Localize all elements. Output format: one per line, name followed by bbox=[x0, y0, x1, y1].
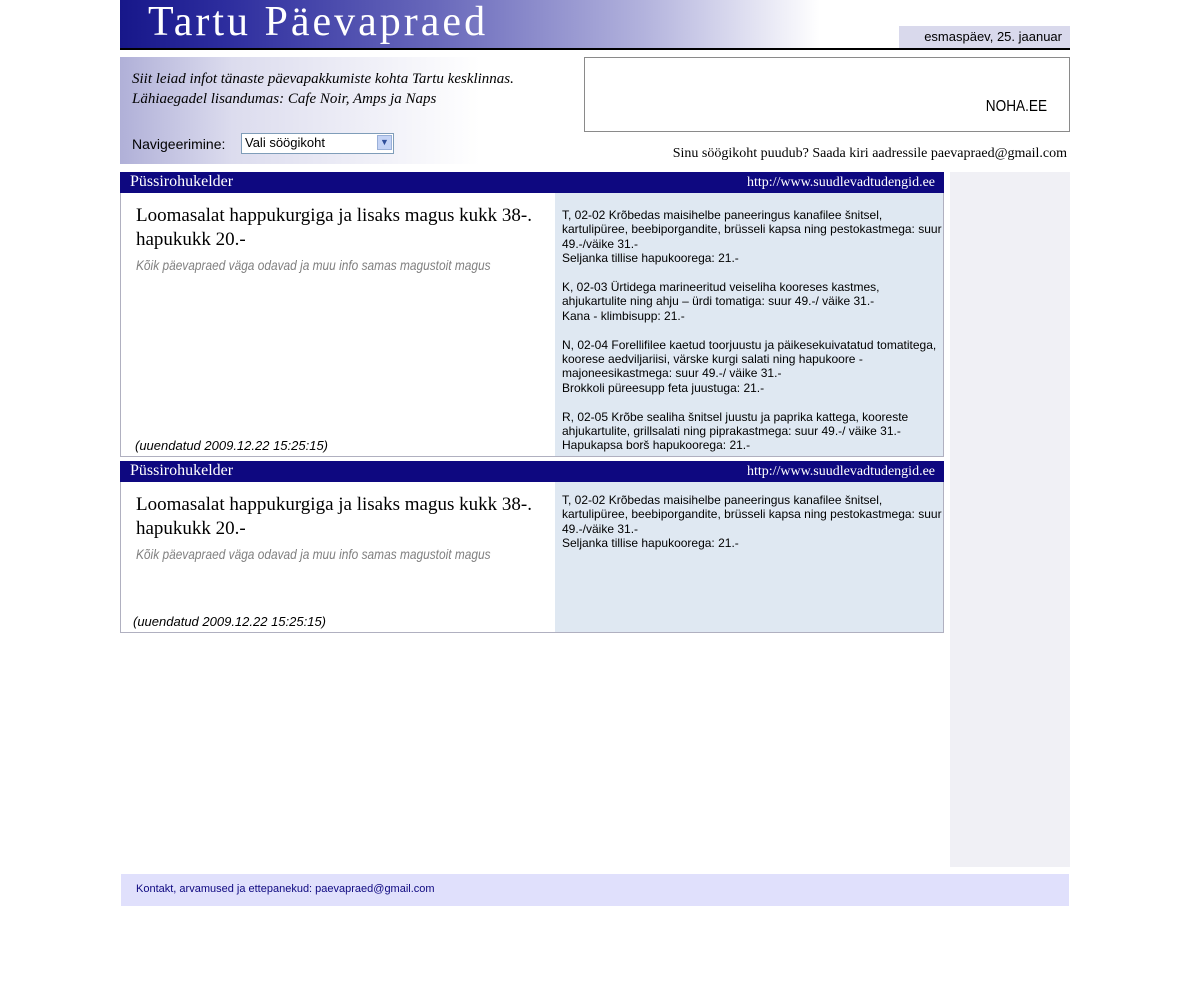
navigation-label: Navigeerimine: bbox=[132, 136, 226, 152]
restaurant-name: Püssirohukelder bbox=[130, 173, 234, 190]
ad-banner[interactable]: NOHA.EE bbox=[584, 57, 1070, 132]
date-badge: esmaspäev, 25. jaanuar bbox=[899, 26, 1070, 48]
intro-text: Siit leiad infot tänaste päevapakkumiste… bbox=[132, 71, 514, 87]
footer: Kontakt, arvamused ja ettepanekud: paeva… bbox=[121, 874, 1069, 906]
updated-timestamp: (uuendatud 2009.12.22 15:25:15) bbox=[135, 438, 329, 453]
restaurant-card: Püssirohukelder http://www.suudlevadtude… bbox=[120, 461, 944, 633]
site-title: Tartu Päevapraed bbox=[148, 0, 489, 45]
weekly-menu: T, 02-02 Krõbedas maisihelbe paneeringus… bbox=[562, 493, 942, 565]
card-header: Püssirohukelder http://www.suudlevadtude… bbox=[120, 461, 944, 482]
weekly-menu: T, 02-02 Krõbedas maisihelbe paneeringus… bbox=[562, 208, 942, 467]
page: Tartu Päevapraed esmaspäev, 25. jaanuar … bbox=[120, 0, 1070, 906]
special-note: Kõik päevapraed väga odavad ja muu info … bbox=[136, 546, 491, 562]
intro-panel: Siit leiad infot tänaste päevapakkumiste… bbox=[120, 57, 570, 164]
daily-special: Loomasalat happukurgiga ja lisaks magus … bbox=[136, 205, 532, 250]
menu-item: T, 02-02 Krõbedas maisihelbe paneeringus… bbox=[562, 493, 942, 551]
right-sidebar bbox=[950, 172, 1070, 867]
restaurant-card: Püssirohukelder http://www.suudlevadtude… bbox=[120, 172, 944, 457]
special-note: Kõik päevapraed väga odavad ja muu info … bbox=[136, 257, 491, 273]
current-date: esmaspäev, 25. jaanuar bbox=[924, 29, 1062, 44]
card-special-panel: Loomasalat happukurgiga ja lisaks magus … bbox=[121, 482, 555, 632]
menu-item: N, 02-04 Forellifilee kaetud toorjuustu … bbox=[562, 337, 937, 395]
updated-timestamp: (uuendatud 2009.12.22 15:25:15) bbox=[133, 614, 327, 629]
restaurant-link[interactable]: http://www.suudlevadtudengid.ee bbox=[747, 464, 935, 480]
coming-soon-text: Lähiaegadel lisandumas: Cafe Noir, Amps … bbox=[132, 91, 437, 107]
restaurant-select[interactable]: Vali söögikoht ▼ bbox=[241, 133, 394, 154]
card-menu-panel: T, 02-02 Krõbedas maisihelbe paneeringus… bbox=[555, 193, 943, 456]
daily-special: Loomasalat happukurgiga ja lisaks magus … bbox=[136, 494, 532, 539]
site-logo[interactable]: Tartu Päevapraed bbox=[120, 0, 820, 48]
card-body: Loomasalat happukurgiga ja lisaks magus … bbox=[120, 482, 944, 633]
header-divider bbox=[120, 48, 1070, 50]
footer-contact[interactable]: Kontakt, arvamused ja ettepanekud: paeva… bbox=[136, 883, 435, 895]
menu-item: T, 02-02 Krõbedas maisihelbe paneeringus… bbox=[562, 208, 942, 266]
restaurant-name: Püssirohukelder bbox=[130, 462, 234, 479]
card-menu-panel: T, 02-02 Krõbedas maisihelbe paneeringus… bbox=[555, 482, 943, 632]
menu-item: R, 02-05 Krõbe sealiha šnitsel juustu ja… bbox=[562, 409, 909, 453]
chevron-down-icon[interactable]: ▼ bbox=[377, 135, 392, 150]
menu-item: K, 02-03 Ürtidega marineeritud veiseliha… bbox=[562, 280, 880, 323]
card-body: Loomasalat happukurgiga ja lisaks magus … bbox=[120, 193, 944, 457]
card-header: Püssirohukelder http://www.suudlevadtude… bbox=[120, 172, 944, 193]
header: Tartu Päevapraed esmaspäev, 25. jaanuar bbox=[120, 0, 1070, 50]
restaurant-link[interactable]: http://www.suudlevadtudengid.ee bbox=[747, 175, 935, 191]
missing-restaurant-notice: Sinu söögikoht puudub? Saada kiri aadres… bbox=[672, 146, 1067, 161]
ad-text: NOHA.EE bbox=[985, 98, 1047, 115]
card-special-panel: Loomasalat happukurgiga ja lisaks magus … bbox=[121, 193, 555, 456]
restaurant-select-value: Vali söögikoht bbox=[245, 135, 325, 150]
